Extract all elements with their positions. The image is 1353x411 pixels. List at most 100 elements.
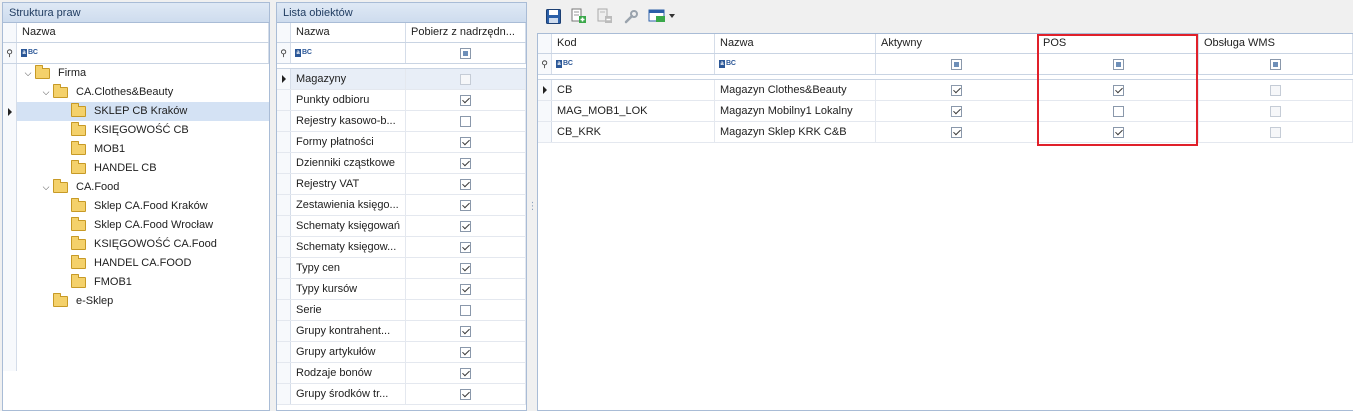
warehouse-row[interactable]: CB_KRK Magazyn Sklep KRK C&B [538,122,1353,143]
active-checkbox[interactable] [951,126,962,138]
active-cell[interactable] [876,80,1038,100]
pos-checkbox[interactable] [1112,126,1124,138]
add-object-icon[interactable] [569,6,589,26]
object-inherit-cell[interactable] [406,363,526,383]
object-inherit-cell[interactable] [406,300,526,320]
inherit-checkbox[interactable] [460,157,471,169]
tree-node[interactable]: KSIĘGOWOŚĆ CB [3,121,269,140]
object-row[interactable]: Magazyny [277,69,526,90]
object-inherit-cell[interactable] [406,216,526,236]
object-inherit-cell[interactable] [406,132,526,152]
inherit-checkbox[interactable] [460,94,471,106]
inherit-checkbox[interactable] [460,262,471,274]
wrench-icon[interactable] [621,6,641,26]
object-row[interactable]: Typy cen [277,258,526,279]
wms-filter[interactable] [1199,54,1353,74]
remove-object-icon[interactable] [595,6,615,26]
inherit-checkbox[interactable] [460,178,471,190]
chevron-down-icon[interactable]: ⌵ [21,68,35,79]
tree-node[interactable]: SKLEP CB Kraków [3,102,269,121]
inherit-checkbox[interactable] [460,388,471,400]
tree-column-name[interactable]: Nazwa [17,23,269,42]
active-cell[interactable] [876,122,1038,142]
wms-cell[interactable] [1199,80,1353,100]
pos-checkbox[interactable] [1112,84,1124,96]
object-row[interactable]: Schematy księgowań [277,216,526,237]
object-inherit-cell[interactable] [406,69,526,89]
tree-node[interactable]: FMOB1 [3,273,269,292]
object-inherit-cell[interactable] [406,111,526,131]
column-kod[interactable]: Kod [552,34,715,53]
pos-checkbox[interactable] [1112,105,1124,117]
object-row[interactable]: Grupy środków tr... [277,384,526,405]
object-inherit-cell[interactable] [406,90,526,110]
object-row[interactable]: Serie [277,300,526,321]
wms-checkbox[interactable] [1270,126,1281,138]
object-inherit-cell[interactable] [406,174,526,194]
object-row[interactable]: Grupy artykułów [277,342,526,363]
column-obsluga-wms[interactable]: Obsługa WMS [1199,34,1353,53]
inherit-checkbox[interactable] [460,220,471,232]
pos-filter[interactable] [1038,54,1199,74]
warehouse-row[interactable]: MAG_MOB1_LOK Magazyn Mobilny1 Lokalny [538,101,1353,122]
inherit-checkbox[interactable] [460,283,471,295]
tree-node[interactable]: Sklep CA.Food Kraków [3,197,269,216]
wms-cell[interactable] [1199,101,1353,121]
inherit-checkbox[interactable] [460,199,471,211]
object-inherit-filter[interactable] [406,43,526,63]
object-row[interactable]: Dzienniki cząstkowe [277,153,526,174]
tree-node[interactable]: HANDEL CB [3,159,269,178]
tree-node[interactable]: ⌵ CA.Food [3,178,269,197]
column-pos[interactable]: POS [1038,34,1199,53]
object-inherit-cell[interactable] [406,195,526,215]
save-icon[interactable] [543,6,563,26]
pos-cell[interactable] [1038,80,1199,100]
object-row[interactable]: Zestawienia księgo... [277,195,526,216]
tree-node[interactable]: ⌵ CA.Clothes&Beauty [3,83,269,102]
checkbox-filter[interactable] [1112,58,1124,70]
warehouse-row[interactable]: CB Magazyn Clothes&Beauty [538,80,1353,101]
object-row[interactable]: Rejestry VAT [277,174,526,195]
column-pobierz[interactable]: Pobierz z nadrzędn... [406,23,526,42]
tree-node[interactable]: ⌵ Firma [3,64,269,83]
chevron-down-icon[interactable]: ⌵ [39,87,53,98]
kod-filter[interactable]: a BC [552,54,715,74]
inherit-checkbox[interactable] [460,346,471,358]
object-row[interactable]: Typy kursów [277,279,526,300]
wms-checkbox[interactable] [1270,84,1281,96]
active-checkbox[interactable] [951,84,962,96]
inherit-checkbox[interactable] [460,367,471,379]
chevron-down-icon[interactable]: ⌵ [39,182,53,193]
column-nazwa[interactable]: Nazwa [291,23,406,42]
pos-cell[interactable] [1038,122,1199,142]
tree-filter-cell[interactable]: a BC [17,43,269,63]
object-row[interactable]: Formy płatności [277,132,526,153]
checkbox-filter[interactable] [1270,58,1281,70]
object-inherit-cell[interactable] [406,279,526,299]
column-nazwa[interactable]: Nazwa [715,34,876,53]
object-inherit-cell[interactable] [406,237,526,257]
wms-checkbox[interactable] [1270,105,1281,117]
object-inherit-cell[interactable] [406,321,526,341]
object-inherit-cell[interactable] [406,342,526,362]
inherit-checkbox[interactable] [460,325,471,337]
active-checkbox[interactable] [951,105,962,117]
inherit-checkbox[interactable] [460,136,471,148]
tree-node[interactable]: MOB1 [3,140,269,159]
checkbox-filter[interactable] [951,58,962,70]
nazwa-filter[interactable]: a BC [715,54,876,74]
tree-node[interactable]: KSIĘGOWOŚĆ CA.Food [3,235,269,254]
inherit-checkbox[interactable] [460,241,471,253]
pos-cell[interactable] [1038,101,1199,121]
tree-node[interactable]: Sklep CA.Food Wrocław [3,216,269,235]
checkbox-filter[interactable] [460,47,471,59]
object-row[interactable]: Schematy księgow... [277,237,526,258]
inherit-checkbox[interactable] [460,73,471,85]
active-cell[interactable] [876,101,1038,121]
object-row[interactable]: Grupy kontrahent... [277,321,526,342]
object-inherit-cell[interactable] [406,384,526,404]
object-row[interactable]: Punkty odbioru [277,90,526,111]
wms-cell[interactable] [1199,122,1353,142]
aktywny-filter[interactable] [876,54,1038,74]
tree-node[interactable]: HANDEL CA.FOOD [3,254,269,273]
